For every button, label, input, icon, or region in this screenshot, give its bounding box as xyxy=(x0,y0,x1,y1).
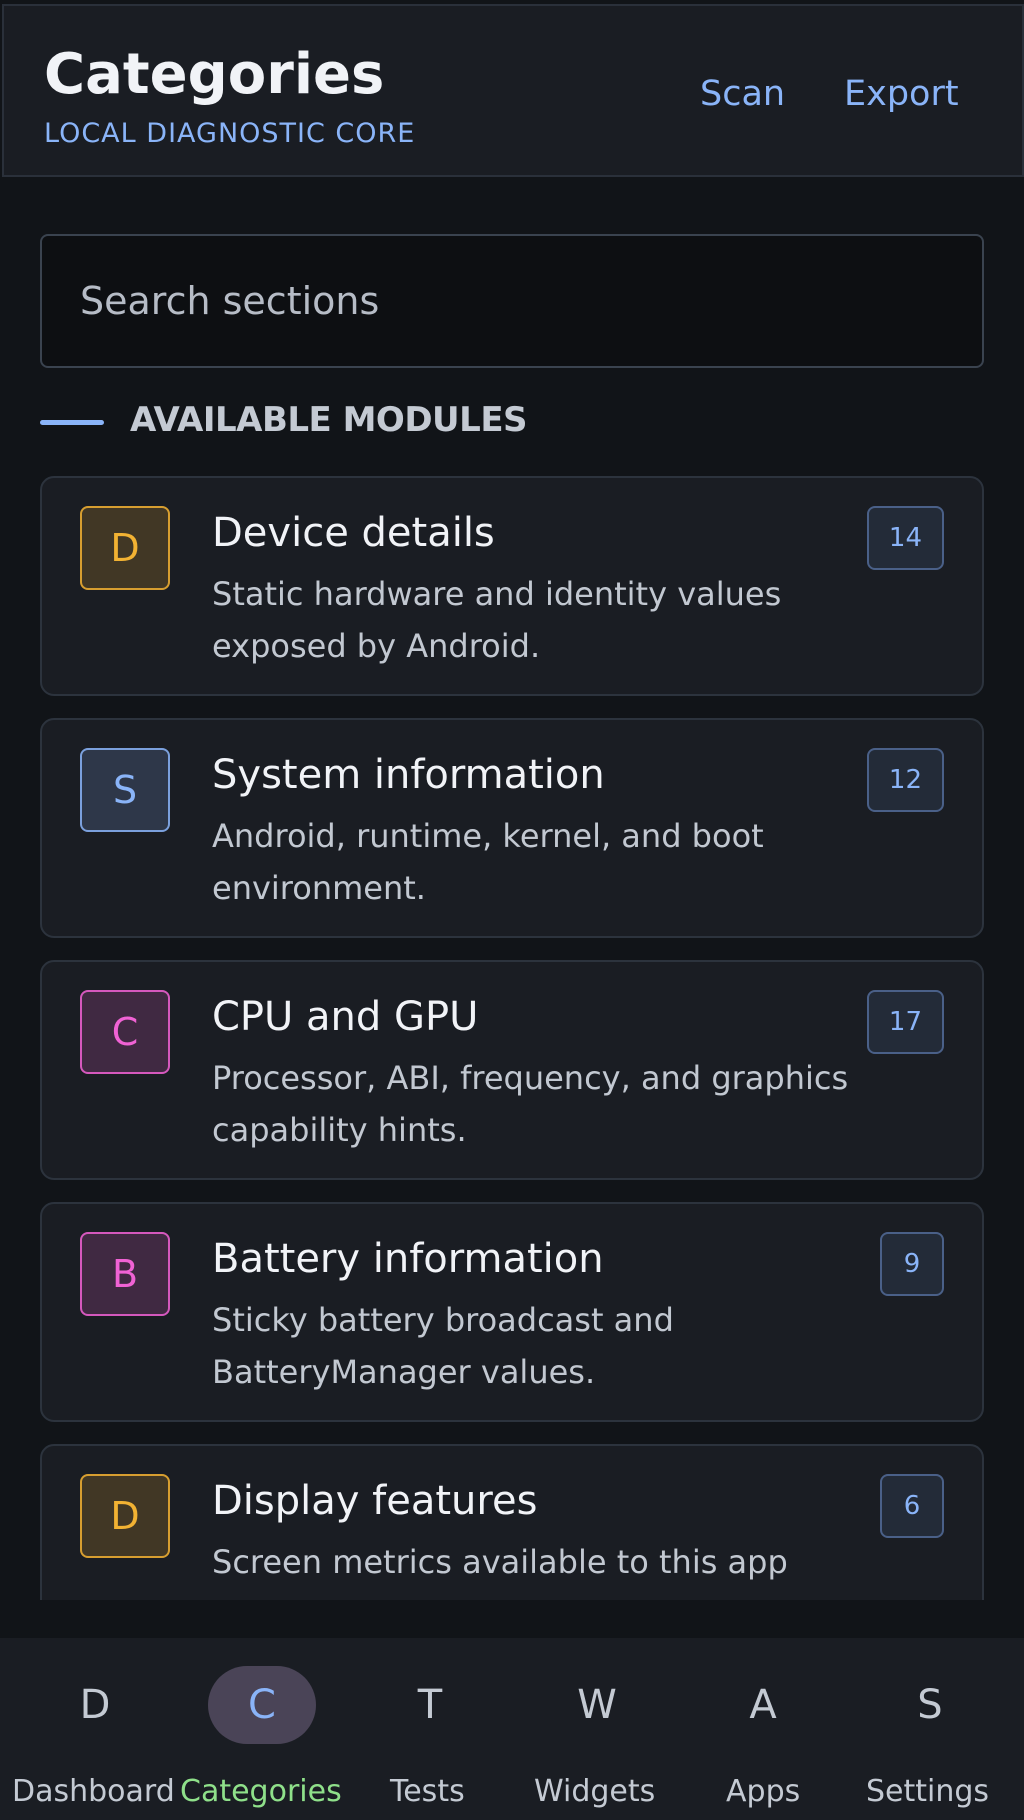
category-description: Sticky battery broadcast and BatteryMana… xyxy=(212,1301,674,1391)
nav-item-categories[interactable]: C Categories xyxy=(176,1638,346,1820)
nav-item-settings[interactable]: S Settings xyxy=(846,1638,1024,1820)
export-button[interactable]: Export xyxy=(844,74,959,114)
category-list[interactable]: D Device details Static hardware and ide… xyxy=(0,476,1024,1600)
nav-label-tests: Tests xyxy=(390,1774,465,1809)
category-card-system-information[interactable]: S System information Android, runtime, k… xyxy=(40,718,984,938)
category-count-badge: 14 xyxy=(866,506,944,570)
category-count-badge: 12 xyxy=(866,748,944,812)
category-description: Processor, ABI, frequency, and graphics … xyxy=(212,1059,849,1149)
widgets-icon: W xyxy=(577,1682,617,1728)
category-title: CPU and GPU xyxy=(212,994,479,1040)
category-count-badge: 9 xyxy=(880,1232,944,1296)
category-description: Screen metrics available to this app xyxy=(212,1543,788,1581)
category-description: Static hardware and identity values expo… xyxy=(212,575,782,665)
section-accent-bar xyxy=(40,420,104,425)
nav-label-dashboard: Dashboard xyxy=(12,1774,175,1809)
page-title: Categories xyxy=(44,42,385,107)
section-title: AVAILABLE MODULES xyxy=(130,400,528,440)
top-app-bar: Categories LOCAL DIAGNOSTIC CORE Scan Ex… xyxy=(2,4,1024,177)
category-letter-icon: D xyxy=(80,1474,170,1558)
nav-item-apps[interactable]: A Apps xyxy=(680,1638,846,1820)
apps-icon: A xyxy=(749,1682,777,1728)
category-letter-icon: D xyxy=(80,506,170,590)
category-letter-icon: B xyxy=(80,1232,170,1316)
category-title: System information xyxy=(212,752,605,798)
category-title: Device details xyxy=(212,510,495,556)
nav-label-widgets: Widgets xyxy=(534,1774,656,1809)
nav-label-categories: Categories xyxy=(180,1774,342,1809)
category-description: Android, runtime, kernel, and boot envir… xyxy=(212,817,764,907)
category-count-badge: 6 xyxy=(880,1474,944,1538)
nav-item-tests[interactable]: T Tests xyxy=(346,1638,514,1820)
dashboard-icon: D xyxy=(79,1682,111,1728)
settings-icon: S xyxy=(917,1682,943,1728)
categories-icon: C xyxy=(208,1666,316,1744)
scan-button[interactable]: Scan xyxy=(700,74,785,114)
page-subtitle: LOCAL DIAGNOSTIC CORE xyxy=(44,118,416,149)
category-card-device-details[interactable]: D Device details Static hardware and ide… xyxy=(40,476,984,696)
category-card-display-features[interactable]: D Display features Screen metrics availa… xyxy=(40,1444,984,1600)
category-card-cpu-gpu[interactable]: C CPU and GPU Processor, ABI, frequency,… xyxy=(40,960,984,1180)
category-count-badge: 17 xyxy=(866,990,944,1054)
tests-icon: T xyxy=(417,1682,443,1728)
nav-label-apps: Apps xyxy=(726,1774,801,1809)
category-card-battery-information[interactable]: B Battery information Sticky battery bro… xyxy=(40,1202,984,1422)
category-title: Battery information xyxy=(212,1236,604,1282)
app-screen: Categories LOCAL DIAGNOSTIC CORE Scan Ex… xyxy=(0,0,1024,1820)
category-title: Display features xyxy=(212,1478,538,1524)
nav-label-settings: Settings xyxy=(866,1774,990,1809)
category-letter-icon: S xyxy=(80,748,170,832)
search-input[interactable] xyxy=(80,279,982,323)
search-box[interactable] xyxy=(40,234,984,368)
nav-item-dashboard[interactable]: D Dashboard xyxy=(0,1638,190,1820)
category-letter-icon: C xyxy=(80,990,170,1074)
bottom-navigation: D Dashboard C Categories T Tests W Widge… xyxy=(0,1638,1024,1820)
nav-item-widgets[interactable]: W Widgets xyxy=(514,1638,680,1820)
